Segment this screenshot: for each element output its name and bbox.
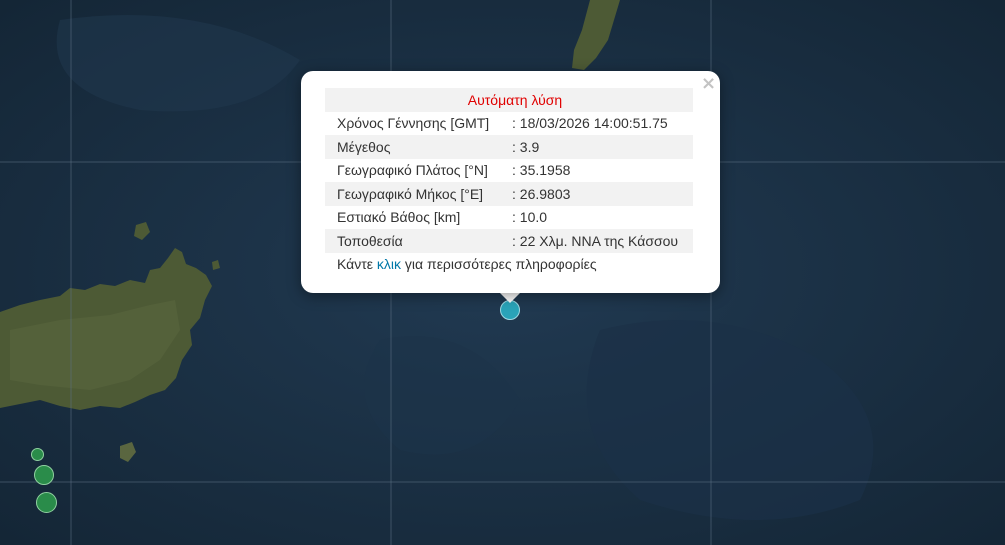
- info-row-location: Τοποθεσία : 22 Χλμ. ΝΝΑ της Κάσσου: [325, 229, 693, 253]
- info-label: Τοποθεσία: [325, 229, 500, 253]
- info-value: : 35.1958: [500, 158, 693, 182]
- info-footer: Κάντε κλικ για περισσότερες πληροφορίες: [325, 252, 693, 276]
- info-label: Χρόνος Γέννησης [GMT]: [325, 111, 500, 135]
- info-row-depth: Εστιακό Βάθος [km] : 10.0: [325, 205, 693, 229]
- info-label: Γεωγραφικό Μήκος [°E]: [325, 182, 500, 206]
- footer-text-after: για περισσότερες πληροφορίες: [401, 256, 597, 273]
- info-value: : 10.0: [500, 205, 693, 229]
- info-label: Γεωγραφικό Πλάτος [°N]: [325, 158, 500, 182]
- close-icon[interactable]: ×: [701, 75, 716, 93]
- more-info-link[interactable]: κλικ: [377, 256, 401, 272]
- info-row-time: Χρόνος Γέννησης [GMT] : 18/03/2026 14:00…: [325, 111, 693, 135]
- info-value: : 22 Χλμ. ΝΝΑ της Κάσσου: [500, 229, 693, 253]
- earthquake-popup: × Αυτόματη λύση Χρόνος Γέννησης [GMT] : …: [301, 71, 720, 293]
- info-header-row: Αυτόματη λύση: [325, 88, 693, 112]
- info-value: : 3.9: [500, 135, 693, 159]
- earthquake-marker[interactable]: [34, 465, 54, 485]
- earthquake-marker[interactable]: [36, 492, 57, 513]
- footer-text-before: Κάντε: [337, 256, 377, 273]
- info-row-latitude: Γεωγραφικό Πλάτος [°N] : 35.1958: [325, 158, 693, 182]
- popup-tip: [499, 292, 521, 303]
- info-row-magnitude: Μέγεθος : 3.9: [325, 135, 693, 159]
- info-label: Εστιακό Βάθος [km]: [325, 205, 500, 229]
- earthquake-marker[interactable]: [31, 448, 44, 461]
- info-label: Μέγεθος: [325, 135, 500, 159]
- earthquake-info-table: Αυτόματη λύση Χρόνος Γέννησης [GMT] : 18…: [325, 88, 693, 276]
- info-row-longitude: Γεωγραφικό Μήκος [°E] : 26.9803: [325, 182, 693, 206]
- info-footer-row: Κάντε κλικ για περισσότερες πληροφορίες: [325, 252, 693, 276]
- info-value: : 26.9803: [500, 182, 693, 206]
- info-value: : 18/03/2026 14:00:51.75: [500, 111, 693, 135]
- info-header: Αυτόματη λύση: [325, 88, 693, 112]
- earthquake-marker-selected[interactable]: [500, 300, 520, 320]
